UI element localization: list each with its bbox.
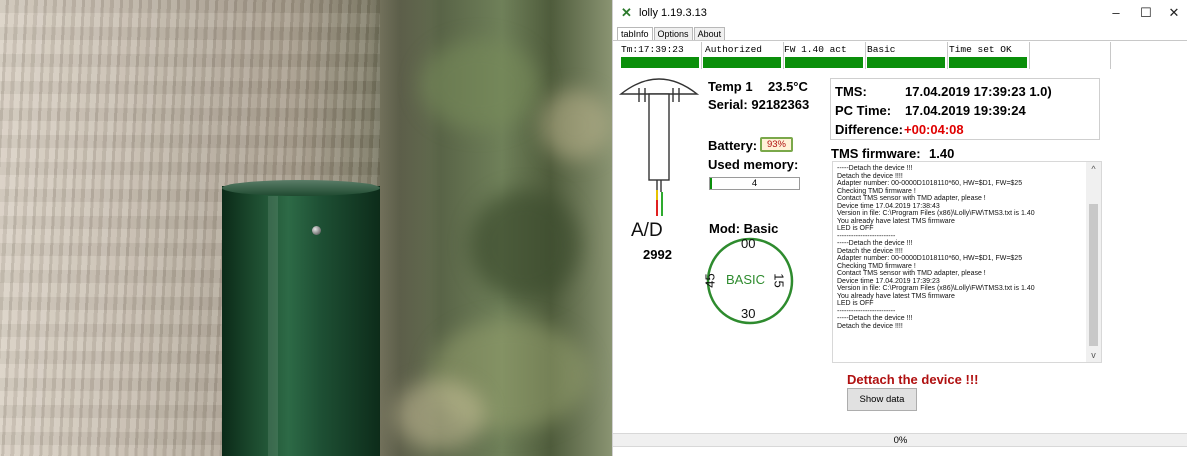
scroll-up-icon[interactable]: ^: [1086, 162, 1101, 176]
status-time: Tm:17:39:23: [621, 44, 684, 55]
progress-bar: 0%: [613, 433, 1187, 447]
log-line: Adapter number: 00-0000D1018110*60, HW=$…: [837, 180, 1023, 187]
log-line: -------------------------: [837, 232, 896, 240]
status-timeset-indicator: [949, 57, 1027, 68]
log-lines: -----Detach the device !!! Detach the dev…: [837, 165, 1085, 330]
tab-about[interactable]: About: [693, 27, 726, 41]
log-line: Version in file: C:\Program Files (x86)\…: [837, 285, 1035, 292]
temp-value: 23.5°C: [768, 79, 808, 94]
serial-number: Serial: 92182363: [708, 97, 810, 112]
log-scrollbar[interactable]: ^ v: [1086, 162, 1101, 362]
maximize-button[interactable]: ☐: [1131, 3, 1161, 23]
minimize-button[interactable]: –: [1101, 3, 1131, 23]
tms-time-value: 17.04.2019 17:39:23 1.0): [905, 84, 1052, 99]
log-line: -----Detach the device !!!: [837, 165, 913, 172]
log-line: You already have latest TMS firmware: [837, 217, 955, 225]
log-box[interactable]: -----Detach the device !!! Detach the dev…: [832, 161, 1102, 363]
ad-value: 2992: [643, 247, 672, 262]
tab-info[interactable]: tabInfo: [617, 27, 653, 41]
temp-label: Temp 1: [708, 79, 753, 94]
background-foliage: [420, 40, 540, 130]
progress-text: 0%: [893, 435, 908, 446]
log-line: Adapter number: 00-0000D1018110*60, HW=$…: [837, 255, 1023, 262]
sensor-highlight: [268, 196, 278, 456]
memory-value: 4: [751, 178, 758, 189]
tms-sensor-cap: [222, 180, 380, 196]
battery-badge: 93%: [760, 137, 793, 152]
dial-mode: BASIC: [726, 272, 766, 287]
memory-progress: 4: [709, 177, 800, 190]
memory-label: Used memory:: [708, 157, 799, 172]
status-fw: FW 1.40 act: [784, 44, 847, 55]
pc-time-label: PC Time:: [835, 103, 892, 118]
status-divider: [947, 42, 948, 69]
window-title: lolly 1.19.3.13: [639, 7, 707, 19]
background-foliage: [395, 380, 485, 450]
tms-probe-diagram: [619, 78, 699, 216]
title-bar: ✕ lolly 1.19.3.13 – ☐ ✕: [613, 0, 1187, 26]
lolly-window: ✕ lolly 1.19.3.13 – ☐ ✕ tabInfo Options …: [612, 0, 1187, 456]
tab-strip: tabInfo Options About: [617, 27, 726, 41]
show-data-button[interactable]: Show data: [847, 388, 917, 411]
status-divider: [865, 42, 866, 69]
tms-time-label: TMS:: [835, 84, 867, 99]
log-line: Detach the device !!!!: [837, 322, 903, 330]
sensor-screw: [312, 226, 321, 235]
pc-time-value: 17.04.2019 19:39:24: [905, 103, 1026, 118]
mod-label: Mod: Basic: [709, 221, 779, 236]
firmware-value: 1.40: [929, 146, 955, 161]
battery-label: Battery:: [708, 138, 758, 153]
detach-message: Dettach the device !!!: [847, 372, 979, 387]
difference-value: +00:04:08: [904, 122, 964, 137]
status-divider: [701, 42, 702, 69]
status-divider: [783, 42, 784, 69]
difference-label: Difference:: [835, 122, 903, 137]
log-line: Checking TMD firmware !: [837, 187, 916, 195]
status-divider: [1110, 42, 1111, 69]
status-auth-indicator: [703, 57, 781, 68]
log-line: Contact TMS sensor with TMD adapter, ple…: [837, 195, 986, 202]
log-line: Device time 17.04.2019 17:38:43: [837, 202, 940, 210]
time-info-box: TMS: 17.04.2019 17:39:23 1.0) PC Time: 1…: [830, 78, 1100, 140]
close-button[interactable]: ✕: [1159, 3, 1187, 23]
status-auth: Authorized: [705, 44, 763, 55]
lolly-app-icon: ✕: [621, 5, 632, 20]
log-line: -----Detach the device !!!: [837, 240, 913, 247]
dial-15: 15: [771, 273, 787, 288]
status-fw-indicator: [785, 57, 863, 68]
scroll-thumb[interactable]: [1089, 204, 1098, 346]
log-line: Version in file: C:\Program Files (x86)\…: [837, 210, 1035, 217]
log-line: Device time 17.04.2019 17:39:23: [837, 277, 940, 285]
dial-00: 00: [741, 236, 756, 251]
tms-sensor-body: [222, 186, 380, 456]
log-line: Checking TMD firmware !: [837, 262, 916, 270]
dial-45: 45: [702, 273, 718, 288]
background-foliage: [540, 90, 610, 160]
sensor-photo: [0, 0, 612, 456]
status-mode: Basic: [867, 44, 896, 55]
log-line: You already have latest TMS firmware: [837, 292, 955, 300]
firmware-label: TMS firmware:: [831, 146, 921, 161]
background-foliage: [470, 190, 580, 300]
status-divider: [1029, 42, 1030, 69]
log-line: LED is OFF: [837, 225, 874, 232]
dial-30: 30: [741, 306, 756, 321]
log-line: Detach the device !!!!: [837, 247, 903, 255]
log-line: Contact TMS sensor with TMD adapter, ple…: [837, 270, 986, 277]
log-line: Detach the device !!!!: [837, 172, 903, 180]
ad-label: A/D: [631, 220, 663, 241]
log-line: LED is OFF: [837, 300, 874, 307]
log-line: -----Detach the device !!!: [837, 315, 913, 322]
status-time-indicator: [621, 57, 699, 68]
scroll-down-icon[interactable]: v: [1086, 348, 1101, 362]
tab-options[interactable]: Options: [653, 27, 693, 41]
status-timeset: Time set OK: [949, 44, 1012, 55]
log-line: -------------------------: [837, 307, 896, 315]
status-mode-indicator: [867, 57, 945, 68]
